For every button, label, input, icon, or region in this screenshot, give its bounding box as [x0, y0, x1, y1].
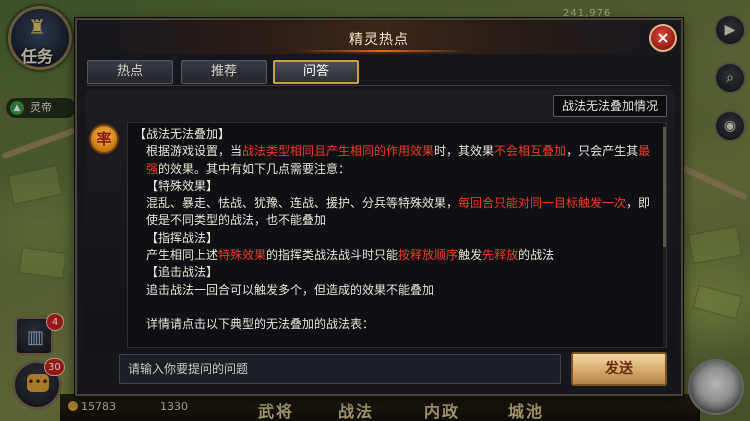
section-special-heading: 【特殊效果】	[146, 178, 219, 193]
question-input[interactable]: 请输入你要提问的问题	[119, 354, 561, 384]
answer-paragraph: 根据游戏设置，当战法类型相同且产生相同的作用效果时，其效果不会相互叠加，只会产生…	[146, 144, 651, 176]
answer-tail-link[interactable]: 详情请点击以下典型的无法叠加的战法表：	[134, 316, 660, 333]
close-button[interactable]: ×	[649, 24, 677, 52]
send-button[interactable]: 发送	[571, 352, 667, 386]
answer-scrollbar[interactable]	[663, 123, 666, 347]
answer-bubble[interactable]: 【战法无法叠加】 根据游戏设置，当战法类型相同且产生相同的作用效果时，其效果不会…	[127, 122, 667, 348]
section-pursuit-text: 追击战法一回合可以触发多个，但造成的效果不能叠加	[146, 282, 435, 297]
section-special-text: 混乱、暴走、怯战、犹豫、连战、援护、分兵等特殊效果，每回合只能对同一目标触发一次…	[146, 196, 651, 228]
question-topic: 战法无法叠加情况	[552, 95, 667, 117]
section-command-text: 产生相同上述特殊效果的指挥类战法战斗时只能按释放顺序触发先释放的战法	[146, 248, 555, 263]
answer-heading: 【战法无法叠加】	[134, 127, 231, 141]
scrollbar-thumb[interactable]	[663, 127, 666, 247]
tab-hot[interactable]: 热点	[87, 60, 173, 84]
dialog-title: 精灵热点	[349, 32, 409, 48]
title-glow-line	[297, 50, 467, 52]
tab-divider	[87, 85, 671, 86]
tab-qa[interactable]: 问答	[273, 60, 359, 84]
section-pursuit-heading: 【追击战法】	[146, 265, 219, 280]
sprite-hotspot-dialog: 精灵热点 × 热点 推荐 问答 战法无法叠加情况 率 【战法无法叠加】 根据游戏…	[75, 18, 683, 396]
tab-recommend[interactable]: 推荐	[181, 60, 267, 84]
sprite-avatar-icon: 率	[89, 124, 119, 154]
section-command-heading: 【指挥战法】	[146, 230, 219, 245]
qa-content-area[interactable]: 战法无法叠加情况 率 【战法无法叠加】 根据游戏设置，当战法类型相同且产生相同的…	[85, 90, 675, 352]
